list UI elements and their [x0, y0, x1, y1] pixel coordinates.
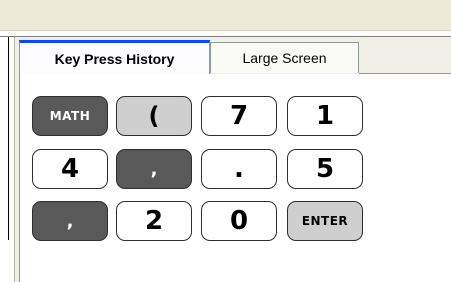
key-math-button[interactable]: MATH	[32, 96, 108, 136]
key-label: MATH	[49, 109, 91, 123]
key-label: ENTER	[301, 214, 349, 228]
window-top-bar	[0, 0, 451, 31]
key-label: 0	[229, 206, 249, 236]
key-5-button[interactable]: 5	[287, 149, 363, 189]
key-open-paren-button[interactable]: (	[116, 96, 192, 136]
left-pane-border	[8, 37, 9, 240]
key-enter-button[interactable]: ENTER	[287, 201, 363, 241]
key-label: 7	[229, 101, 249, 131]
key-label: ,	[66, 210, 74, 232]
tab-label: Key Press History	[54, 51, 175, 67]
key-label: 2	[144, 206, 164, 236]
tab-large-screen[interactable]: Large Screen	[210, 42, 359, 73]
key-label: ,	[150, 158, 158, 180]
key-decimal-button[interactable]: .	[201, 149, 277, 189]
key-7-button[interactable]: 7	[201, 96, 277, 136]
key-4-button[interactable]: 4	[32, 149, 108, 189]
key-label: 4	[60, 154, 80, 184]
key-comma-button[interactable]: ,	[116, 149, 192, 189]
key-0-button[interactable]: 0	[201, 201, 277, 241]
key-2-button[interactable]: 2	[116, 201, 192, 241]
tab-key-press-history[interactable]: Key Press History	[19, 40, 210, 75]
key-comma-button[interactable]: ,	[32, 201, 108, 241]
key-1-button[interactable]: 1	[287, 96, 363, 136]
key-label: 5	[315, 154, 335, 184]
key-label: (	[148, 102, 160, 130]
key-label: .	[234, 154, 244, 184]
tab-label: Large Screen	[242, 50, 327, 66]
tab-panel-edge	[14, 37, 15, 282]
key-label: 1	[315, 101, 335, 131]
